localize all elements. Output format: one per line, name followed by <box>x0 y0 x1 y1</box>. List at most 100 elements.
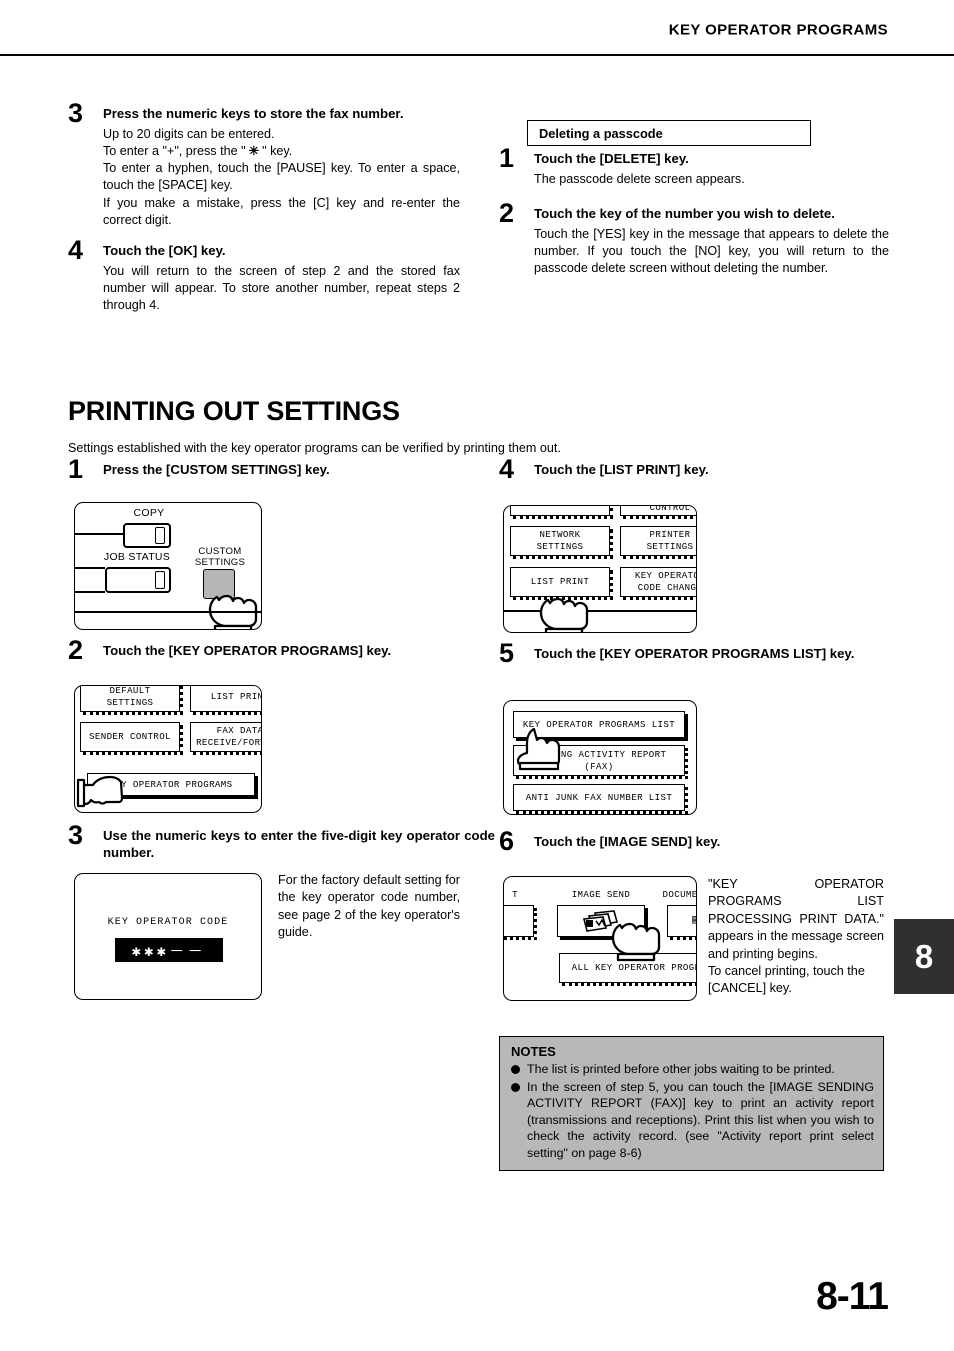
list-print-label: LIST PRINT <box>530 576 590 588</box>
step-number: 1 <box>68 454 84 484</box>
key-operator-code-value: ✱✱✱－－ <box>115 938 223 962</box>
lcd-button-fax-data-receive[interactable]: FAX DATA RECEIVE/FORWARD <box>190 722 261 755</box>
step-number: 3 <box>68 820 84 850</box>
list-print-label: LIST PRINT <box>210 691 261 703</box>
note-text: In the screen of step 5, you can touch t… <box>527 1079 874 1160</box>
fax-data-line2: RECEIVE/FORWARD <box>196 737 261 748</box>
all-key-operator-label: ALL KEY OPERATOR PROGRA <box>571 962 697 974</box>
lcd-tab-partial-left[interactable] <box>504 905 537 940</box>
panel-edge-line-2 <box>75 567 105 569</box>
step-title: Touch the [LIST PRINT] key. <box>534 462 709 477</box>
notes-box: NOTES The list is printed before other j… <box>499 1036 884 1171</box>
panel-edge-line-3 <box>75 591 105 593</box>
subsection-title: Deleting a passcode <box>539 125 663 141</box>
step-body: Up to 20 digits can be entered. To enter… <box>103 126 460 229</box>
lcd-button-sending-activity-report[interactable]: SENDING ACTIVITY REPORT (FAX) <box>513 745 688 779</box>
page-title: PRINTING OUT SETTINGS <box>68 396 400 426</box>
left-column-top: 3 Press the numeric keys to store the fa… <box>68 100 460 320</box>
page-number: 8-11 <box>816 1275 889 1318</box>
bullet-icon <box>511 1065 520 1074</box>
page-header: KEY OPERATOR PROGRAMS <box>0 0 954 58</box>
step-block-p5: 5 Touch the [KEY OPERATOR PROGRAMS LIST]… <box>499 640 924 667</box>
step-block-p3: 3 Use the numeric keys to enter the five… <box>68 822 495 861</box>
network-settings-line1: NETWORK <box>539 529 581 541</box>
lcd-button-all-key-operator-programs[interactable]: ALL KEY OPERATOR PROGRA <box>559 953 697 986</box>
step-block-p2: 2 Touch the [KEY OPERATOR PROGRAMS] key. <box>68 637 495 664</box>
sending-activity-line2: (FAX) <box>584 760 614 772</box>
custom-settings-key[interactable] <box>203 569 235 599</box>
step-block-delete-1: 1 Touch the [DELETE] key. The passcode d… <box>499 145 889 188</box>
step-body: You will return to the screen of step 2 … <box>103 263 460 313</box>
panel-edge-line-1 <box>75 533 123 535</box>
lcd-button-list-print[interactable]: LIST PRINT <box>510 567 613 600</box>
key-operator-code-line1: KEY OPERATOR <box>634 570 696 582</box>
lcd-panel-diagram-step4: CONTROL NETWORK SETTINGS PRINTER SETTING… <box>503 505 697 633</box>
step-title: Touch the [OK] key. <box>103 242 226 258</box>
step-title: Touch the [KEY OPERATOR PROGRAMS] key. <box>103 643 392 658</box>
asterisk-key-icon: ✳ <box>248 144 260 159</box>
lcd-panel-diagram-step2: DEFAULT SETTINGS LIST PRINT SENDER CONTR… <box>74 685 262 813</box>
step-title: Touch the [KEY OPERATOR PROGRAMS LIST] k… <box>534 646 855 661</box>
default-settings-line2: SETTINGS <box>106 697 154 708</box>
lcd-button-network-settings[interactable]: NETWORK SETTINGS <box>510 526 613 559</box>
step-number: 4 <box>499 454 515 484</box>
label-image-send: IMAGE SEND <box>571 889 631 900</box>
job-status-key-indicator <box>155 571 165 589</box>
step-block-p6: 6 Touch the [IMAGE SEND] key. <box>499 828 924 855</box>
step-block-p4: 4 Touch the [LIST PRINT] key. <box>499 456 924 483</box>
lcd-tab-image-send[interactable] <box>557 905 645 937</box>
lcd-button-key-operator-programs-list[interactable]: KEY OPERATOR PROGRAMS LIST <box>513 711 685 738</box>
header-title: KEY OPERATOR PROGRAMS <box>668 21 888 39</box>
step-number: 3 <box>68 98 84 128</box>
partial-control-label: CONTROL <box>649 505 691 514</box>
step3-line-1: Up to 20 digits can be entered. <box>103 127 275 142</box>
lcd-button-printer-settings[interactable]: PRINTER SETTINGS <box>620 526 696 559</box>
copy-key-indicator <box>155 527 165 544</box>
network-settings-line2: SETTINGS <box>536 541 584 552</box>
label-left-partial: T <box>512 889 518 900</box>
key-operator-programs-label: KEY OPERATOR PROGRAMS <box>109 778 233 790</box>
key-operator-code-line2: CODE CHANGE <box>637 582 697 593</box>
image-send-icon <box>583 910 619 932</box>
step3-line-3: To enter a hyphen, touch the [PAUSE] key… <box>103 161 460 193</box>
anti-junk-label: ANTI JUNK FAX NUMBER LIST <box>525 791 673 803</box>
lcd-button-sender-control[interactable]: SENDER CONTROL <box>80 722 183 755</box>
step-title: Touch the [IMAGE SEND] key. <box>534 834 721 849</box>
note-item: The list is printed before other jobs wa… <box>511 1061 874 1078</box>
copy-key-label: COPY <box>133 507 165 519</box>
step-title: Touch the [DELETE] key. <box>534 151 689 166</box>
subsection-title-box: Deleting a passcode <box>527 120 811 146</box>
lcd-panel-diagram-step6: T IMAGE SEND DOCUMEN ▤ ALL KEY OPERATOR … <box>503 876 697 1001</box>
step-title: Press the [CUSTOM SETTINGS] key. <box>103 462 330 477</box>
chapter-tab-marker: 8 <box>894 919 954 994</box>
control-panel-diagram-step1: COPY JOB STATUS CUSTOM SETTINGS <box>74 502 262 630</box>
step-number: 5 <box>499 638 515 668</box>
job-status-key-label: JOB STATUS <box>103 551 171 563</box>
notes-title: NOTES <box>511 1044 556 1059</box>
lcd-button-key-operator-code-change[interactable]: KEY OPERATOR CODE CHANGE <box>620 567 697 600</box>
lcd-button-anti-junk-fax-number-list[interactable]: ANTI JUNK FAX NUMBER LIST <box>513 784 688 814</box>
step3-line-4: If you make a mistake, press the [C] key… <box>103 195 460 227</box>
lcd-button-list-print[interactable]: LIST PRINT <box>190 686 261 715</box>
step3-side-text: For the factory default setting for the … <box>278 873 460 940</box>
step-block-p1: 1 Press the [CUSTOM SETTINGS] key. <box>68 456 495 483</box>
header-divider <box>0 54 954 56</box>
step-number: 2 <box>499 198 515 229</box>
lcd-tab-partial-right[interactable]: ▤ <box>667 905 696 940</box>
note-item: In the screen of step 5, you can touch t… <box>511 1079 874 1162</box>
key-operator-programs-list-label: KEY OPERATOR PROGRAMS LIST <box>522 718 676 730</box>
step-block-3: 3 Press the numeric keys to store the fa… <box>68 100 460 229</box>
lcd-button-key-operator-programs[interactable]: KEY OPERATOR PROGRAMS <box>87 773 255 796</box>
step6-side-text: "KEY OPERATOR PROGRAMS LIST PROCESSING P… <box>708 876 884 998</box>
sending-activity-line1: SENDING ACTIVITY REPORT <box>531 748 667 760</box>
lcd-button-partial-top-right[interactable]: CONTROL <box>620 505 696 519</box>
document-filing-icon: ▤ <box>692 913 696 928</box>
lcd-button-partial-top-left[interactable] <box>510 506 613 519</box>
lcd-button-default-settings[interactable]: DEFAULT SETTINGS <box>80 685 183 715</box>
default-settings-line1: DEFAULT <box>109 685 151 697</box>
section-intro-text: Settings established with the key operat… <box>68 441 561 455</box>
printer-settings-line2: SETTINGS <box>646 541 694 552</box>
note-text: The list is printed before other jobs wa… <box>527 1062 835 1076</box>
key-operator-code-caption: KEY OPERATOR CODE <box>107 917 229 928</box>
lcd-panel-diagram-step3: KEY OPERATOR CODE ✱✱✱－－ <box>74 873 262 1000</box>
